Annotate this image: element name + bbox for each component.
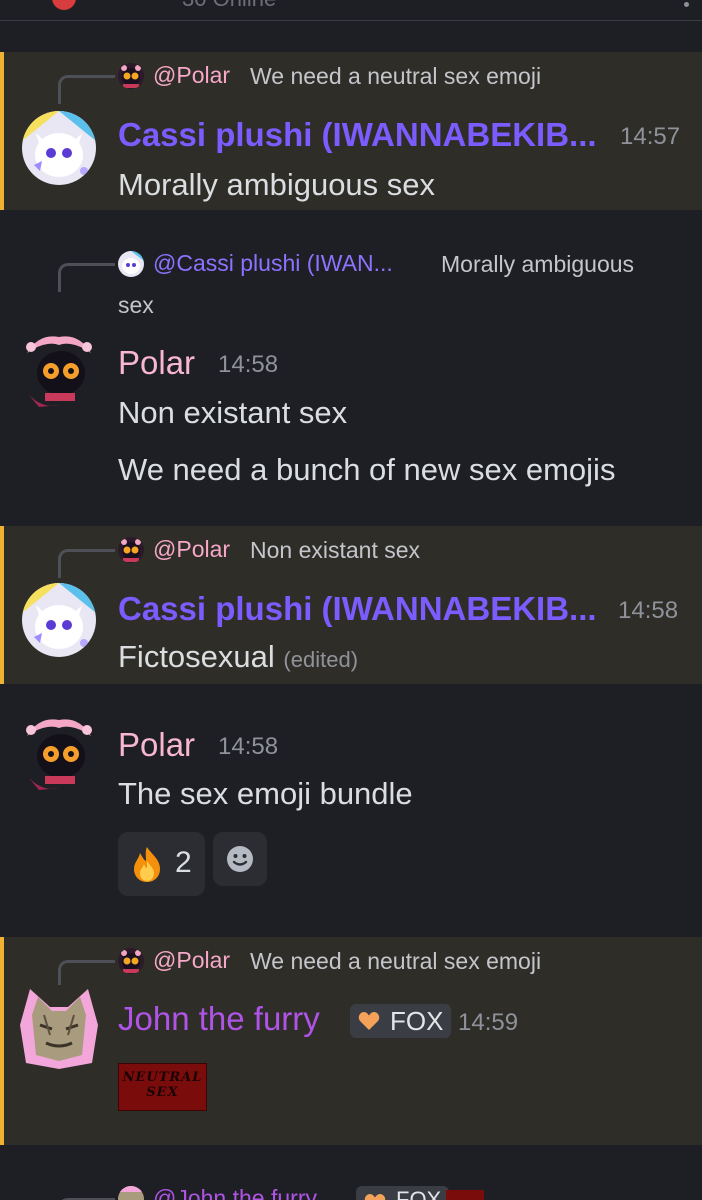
message[interactable]: Polar 14:58 The sex emoji bundle 2 [0,710,702,900]
avatar[interactable] [19,329,99,409]
guild-tag-label: FOX [390,1006,444,1036]
timestamp: 14:57 [620,123,681,150]
fire-icon [134,847,160,882]
sticker-text: NEUTRAL SEX [122,1070,203,1100]
timestamp: 14:58 [218,733,279,760]
timestamp: 14:59 [458,1009,519,1036]
add-reaction-button[interactable] [213,832,267,886]
avatar[interactable] [22,111,96,185]
message[interactable]: @Polar Non existant sex Cassi plushi (IW… [0,526,702,684]
channel-header: 30 Online [0,0,702,21]
author-name[interactable]: Cassi plushi (IWANNABEKIB... [118,116,597,154]
online-count: 30 Online [182,0,276,12]
reply-text: Morally ambiguous [441,251,635,277]
message-text: The sex emoji bundle [118,776,413,811]
reaction-fire[interactable]: 2 [118,832,205,896]
message-text: We need a bunch of new sex emojis [118,452,616,487]
avatar[interactable] [16,985,102,1071]
reply-avatar-icon [118,63,144,89]
author-name[interactable]: Cassi plushi (IWANNABEKIB... [118,590,597,628]
reaction-count: 2 [175,846,192,879]
status-dot-icon [52,0,76,10]
message-text: Morally ambiguous sex [118,167,436,202]
message[interactable]: @Polar We need a neutral sex emoji John … [0,937,702,1145]
reply-text: Non existant sex [250,537,421,563]
edited-label: (edited) [283,647,359,672]
reply-text: We need a neutral sex emoji [250,948,542,974]
avatar[interactable] [19,712,99,792]
heart-icon [358,1012,380,1030]
avatar[interactable] [22,583,96,657]
reply-spine [58,549,115,578]
message-text: Non existant sex [118,395,348,430]
reply-author[interactable]: @Polar [153,947,230,974]
message-text-body: Fictosexual [118,639,275,674]
timestamp: 14:58 [218,351,279,378]
guild-tag[interactable]: FOX [356,1186,450,1200]
reply-avatar-icon [118,948,144,974]
more-options-icon[interactable] [684,0,690,7]
reply-author[interactable]: @Cassi plushi (IWAN... [153,250,393,277]
guild-tag[interactable]: FOX [350,1004,452,1038]
message[interactable]: @Polar We need a neutral sex emoji Cassi… [0,52,702,210]
reply-avatar-icon [118,537,144,563]
reply-author[interactable]: @John the furry [153,1185,317,1200]
reply-spine [58,75,115,104]
reply-text-continued: sex [118,292,154,318]
add-reaction-icon [227,846,253,872]
author-name[interactable]: John the furry [118,1000,320,1038]
message-text: Fictosexual (edited) [118,639,358,675]
message[interactable]: @John the furry FOX [0,1176,702,1200]
reply-avatar-icon [118,251,144,277]
sticker-image[interactable]: NEUTRAL SEX [118,1063,207,1111]
guild-tag-label: FOX [396,1187,442,1200]
reply-text: We need a neutral sex emoji [250,63,542,89]
reply-avatar-icon [118,1186,144,1200]
reply-author[interactable]: @Polar [153,536,230,563]
author-name[interactable]: Polar [118,726,195,764]
message[interactable]: @Cassi plushi (IWAN... Morally ambiguous… [0,240,702,520]
author-name[interactable]: Polar [118,344,195,382]
reply-author[interactable]: @Polar [153,62,230,89]
reply-attachment-thumbnail [446,1190,484,1200]
reply-spine [58,263,115,292]
heart-icon [364,1194,386,1200]
timestamp: 14:58 [618,597,679,624]
